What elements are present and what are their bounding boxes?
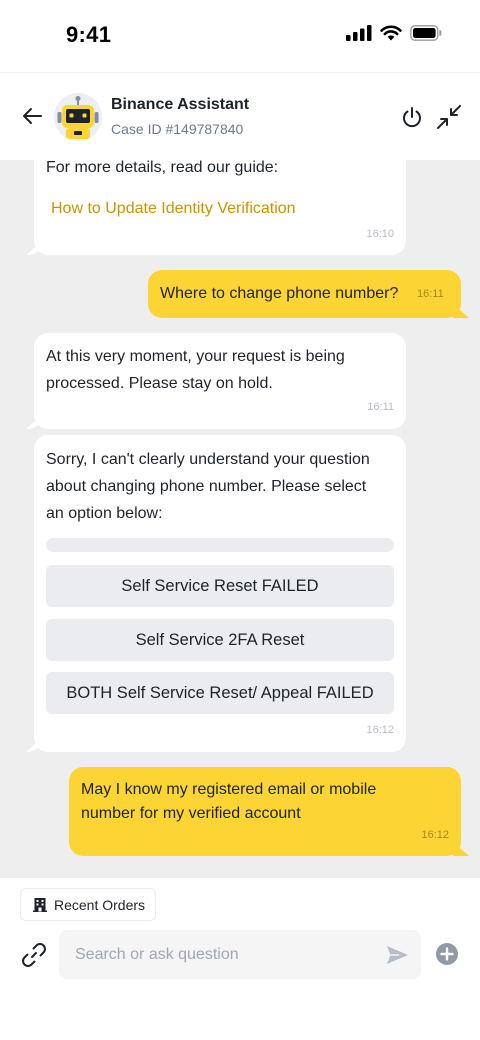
power-icon xyxy=(403,107,421,128)
status-icons xyxy=(346,25,442,41)
end-chat-button[interactable] xyxy=(400,105,424,129)
status-bar: 9:41 xyxy=(0,0,480,72)
guide-link[interactable]: How to Update Identity Verification xyxy=(51,200,296,218)
search-input[interactable] xyxy=(75,930,375,979)
options-divider xyxy=(46,538,394,552)
user-message: Where to change phone number? 16:11 xyxy=(148,270,461,318)
robot-icon xyxy=(57,96,99,139)
collapse-icon xyxy=(437,105,461,129)
signal-icon xyxy=(346,25,372,41)
battery-icon xyxy=(410,25,442,41)
message-text-line: Sorry, I can't clearly understand your q… xyxy=(46,451,370,468)
message-text: For more details, read our guide: xyxy=(46,160,279,176)
more-options-button[interactable] xyxy=(435,942,459,966)
recent-orders-button[interactable]: Recent Orders xyxy=(20,888,157,921)
recent-orders-label: Recent Orders xyxy=(54,896,146,913)
case-id: Case ID #149787840 xyxy=(111,121,244,137)
chat-footer: Recent Orders xyxy=(0,878,480,1040)
plus-circle-icon xyxy=(436,943,458,965)
message-time: 16:11 xyxy=(417,288,444,300)
chat-title: Binance Assistant xyxy=(111,96,250,113)
chat-messages[interactable]: For more details, read our guide: How to… xyxy=(0,160,480,878)
assistant-avatar xyxy=(54,93,102,141)
chat-header: Binance Assistant Case ID #149787840 xyxy=(0,72,480,160)
status-time: 9:41 xyxy=(66,22,112,47)
link-icon xyxy=(22,943,46,967)
assistant-message: For more details, read our guide: How to… xyxy=(34,160,406,255)
message-text-line: At this very moment, your request is bei… xyxy=(46,348,345,365)
message-text: Where to change phone number? xyxy=(160,285,399,302)
wifi-icon xyxy=(380,25,402,41)
user-message: May I know my registered email or mobile… xyxy=(69,767,461,856)
minimize-button[interactable] xyxy=(436,104,462,130)
assistant-message: Sorry, I can't clearly understand your q… xyxy=(34,435,406,752)
back-button[interactable] xyxy=(18,102,46,130)
option-button[interactable]: Self Service 2FA Reset xyxy=(46,619,394,661)
building-icon xyxy=(33,898,47,912)
message-time: 16:12 xyxy=(421,829,449,841)
message-time: 16:10 xyxy=(366,228,394,240)
message-text-line: processed. Please stay on hold. xyxy=(46,375,273,392)
message-text-line: number for my verified account xyxy=(81,805,301,822)
assistant-message: At this very moment, your request is bei… xyxy=(34,333,406,429)
arrow-left-icon xyxy=(23,108,42,124)
message-time: 16:12 xyxy=(366,724,394,736)
message-text-line: May I know my registered email or mobile xyxy=(81,781,377,798)
message-text-line: an option below: xyxy=(46,505,163,522)
send-button[interactable] xyxy=(385,943,409,967)
message-time: 16:11 xyxy=(367,401,394,413)
send-icon xyxy=(387,946,408,964)
search-input-container xyxy=(59,930,421,979)
message-text-line: about changing phone number. Please sele… xyxy=(46,478,367,495)
attach-button[interactable] xyxy=(20,941,48,969)
option-button[interactable]: BOTH Self Service Reset/ Appeal FAILED xyxy=(46,672,394,714)
option-button[interactable]: Self Service Reset FAILED xyxy=(46,565,394,607)
